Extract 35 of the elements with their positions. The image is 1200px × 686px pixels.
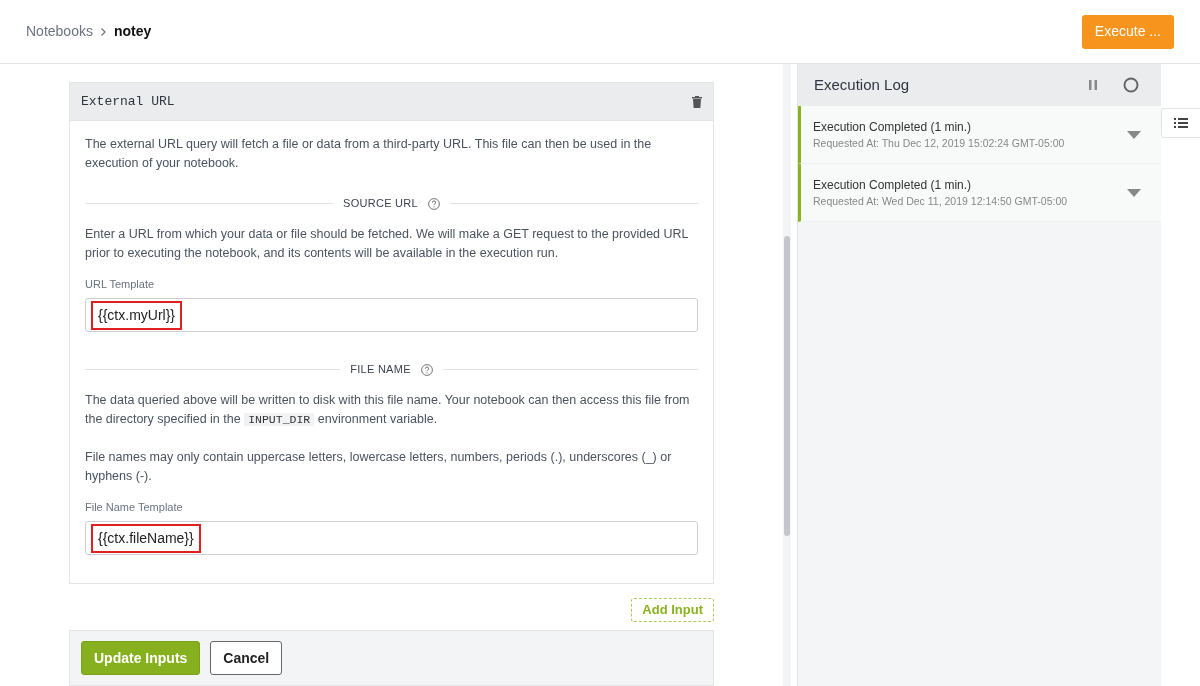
list-icon [1174, 118, 1188, 128]
cancel-button[interactable]: Cancel [210, 641, 283, 675]
chevron-icon [100, 27, 106, 36]
panel-title: Execution Log [814, 74, 910, 95]
card-title: External URL [81, 92, 175, 111]
caret-icon[interactable] [1127, 188, 1141, 197]
field-value: {{ctx.fileName}} [91, 523, 201, 553]
log-timestamp: Requested At: Wed Dec 11, 2019 12:14:50 GMT-05:00 [813, 193, 1068, 209]
description-text: The data queried above will be written to disk with this file name. Your notebook can then access this file from the directory specified in the INPUT_DIR environment variable. [85, 392, 691, 428]
text-field[interactable]: {{ctx.myUrl}} [85, 298, 698, 332]
list-toggle-tab[interactable] [1161, 108, 1200, 138]
log-timestamp: Requested At: Thu Dec 12, 2019 15:02:24 GMT-05:00 [813, 135, 1065, 151]
scrollbar-thumb[interactable] [784, 236, 790, 536]
field-value: {{ctx.myUrl}} [91, 300, 183, 330]
trash-icon[interactable] [692, 95, 702, 108]
text-field[interactable]: {{ctx.fileName}} [85, 521, 698, 555]
description-text: File names may only contain uppercase letters, lowercase letters, numbers, periods (.), underscores (_) or hyphens (-). [85, 449, 673, 485]
caret-icon[interactable] [1127, 130, 1141, 139]
section-heading: SOURCE URL [343, 196, 418, 211]
log-status: Execution Completed (1 min.) [813, 118, 973, 136]
code-text: INPUT_DIR [244, 413, 315, 426]
pause-icon[interactable] [1089, 80, 1097, 90]
log-entry[interactable]: Execution Completed (1 min.) Requested At: Wed Dec 11, 2019 12:14:50 GMT-05:00 [798, 164, 1161, 222]
help-icon[interactable] [420, 363, 433, 376]
field-label: File Name Template [85, 500, 184, 515]
intro-text: The external URL query will fetch a file or data from a third-party URL. This file can then be used in the execution of your notebook. [85, 136, 653, 172]
breadcrumb-current: notey [113, 22, 152, 41]
loading-circle-icon [1123, 77, 1139, 93]
section-heading: FILE NAME [350, 362, 411, 377]
help-icon[interactable] [427, 197, 440, 210]
log-entry[interactable]: Execution Completed (1 min.) Requested At: Thu Dec 12, 2019 15:02:24 GMT-05:00 [798, 106, 1161, 164]
field-label: URL Template [85, 277, 156, 292]
description-text: Enter a URL from which your data or file should be fetched. We will make a GET request to the provided URL prior to executing the notebook, and its contents will be available in the execution run. [85, 226, 690, 262]
log-status: Execution Completed (1 min.) [813, 176, 973, 194]
breadcrumb-link[interactable]: Notebooks [26, 21, 93, 42]
